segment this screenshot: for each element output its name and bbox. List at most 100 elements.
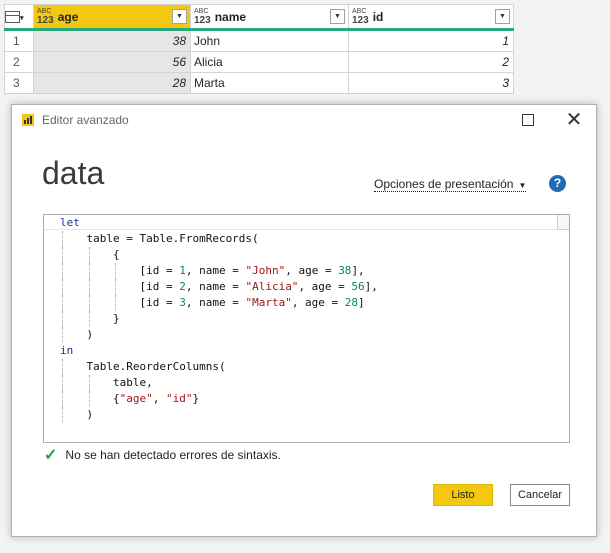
indent-guide xyxy=(62,407,63,423)
cell-age[interactable]: 56 xyxy=(33,51,191,73)
indent-guide xyxy=(62,231,63,247)
code-token: ] xyxy=(358,296,365,309)
syntax-status: ✓ No se han detectado errores de sintaxi… xyxy=(44,445,281,465)
column-header-id[interactable]: ABC 123 id ▼ xyxy=(348,4,514,31)
cell-id[interactable]: 1 xyxy=(348,29,514,52)
table-row[interactable]: 1 38 John 1 xyxy=(4,29,514,52)
cell-name[interactable]: John xyxy=(190,29,349,52)
row-number: 2 xyxy=(4,51,34,73)
chevron-down-icon: ▼ xyxy=(518,181,527,190)
cell-id[interactable]: 2 xyxy=(348,51,514,73)
close-icon: ✕ xyxy=(565,109,583,131)
column-header-name[interactable]: ABC 123 name ▼ xyxy=(190,4,349,31)
code-token: , name = xyxy=(185,296,246,309)
code-token: 38 xyxy=(338,264,352,277)
code-token: table, xyxy=(60,376,153,389)
indent-guide xyxy=(62,391,63,407)
chevron-down-icon: ▾ xyxy=(20,14,24,22)
done-button[interactable]: Listo xyxy=(433,484,493,506)
cell-id[interactable]: 3 xyxy=(348,72,514,94)
column-header-label: age xyxy=(57,9,79,24)
code-token: [id = xyxy=(60,264,180,277)
code-line: [id = 3, name = "Marta", age = 28] xyxy=(44,295,378,311)
column-header-label: name xyxy=(214,9,247,24)
maximize-button[interactable] xyxy=(518,111,538,129)
code-token: , xyxy=(152,392,166,405)
dialog-titlebar[interactable]: Editor avanzado ✕ xyxy=(12,105,596,135)
column-header-label: id xyxy=(372,9,384,24)
code-token: , age = xyxy=(291,296,345,309)
code-token: 2 xyxy=(179,280,186,293)
indent-guide xyxy=(62,247,63,263)
code-token: , age = xyxy=(298,280,352,293)
indent-guide xyxy=(88,311,90,327)
code-token: ], xyxy=(351,264,365,277)
code-line: let xyxy=(44,215,378,231)
cell-age[interactable]: 38 xyxy=(33,29,191,52)
syntax-status-text: No se han detectado errores de sintaxis. xyxy=(65,448,281,462)
indent-guide xyxy=(88,295,90,311)
code-token: 3 xyxy=(179,296,186,309)
code-token: } xyxy=(60,312,120,325)
column-filter-button[interactable]: ▼ xyxy=(330,9,345,24)
code-editor[interactable]: let table = Table.FromRecords( { [id = 1… xyxy=(43,214,570,443)
code-line: in xyxy=(44,343,378,359)
display-options-dropdown[interactable]: Opciones de presentación ▼ xyxy=(374,177,527,192)
row-number: 3 xyxy=(4,72,34,94)
table-menu-button[interactable]: ▾ xyxy=(4,4,34,31)
cell-name[interactable]: Alicia xyxy=(190,51,349,73)
checkmark-icon: ✓ xyxy=(44,447,58,464)
power-bi-logo-icon xyxy=(22,114,34,126)
code-line: ) xyxy=(44,407,378,423)
code-token: 56 xyxy=(351,280,365,293)
any-type-icon[interactable]: ABC 123 xyxy=(37,8,54,26)
data-grid: ▾ ABC 123 age ▼ ABC 123 name ▼ ABC 123 i… xyxy=(4,4,514,94)
code-line: table = Table.FromRecords( xyxy=(44,231,378,247)
indent-guide xyxy=(62,263,63,279)
code-line: { xyxy=(44,247,378,263)
cancel-button[interactable]: Cancelar xyxy=(510,484,570,506)
code-token: 1 xyxy=(179,264,186,277)
code-token: Table.ReorderColumns( xyxy=(60,360,226,373)
query-name: data xyxy=(42,155,105,191)
indent-guide xyxy=(88,279,90,295)
help-icon[interactable]: ? xyxy=(549,175,566,192)
any-type-icon[interactable]: ABC 123 xyxy=(194,8,211,26)
code-token: { xyxy=(60,248,120,261)
indent-guide xyxy=(62,359,63,375)
any-type-icon[interactable]: ABC 123 xyxy=(352,8,369,26)
indent-guide xyxy=(115,263,117,279)
code-line: [id = 2, name = "Alicia", age = 56], xyxy=(44,279,378,295)
indent-guide xyxy=(115,279,117,295)
code-token: ) xyxy=(60,408,94,421)
code-token: 28 xyxy=(344,296,359,309)
display-options-label: Opciones de presentación xyxy=(374,177,514,191)
cell-name[interactable]: Marta xyxy=(190,72,349,94)
column-filter-button[interactable]: ▼ xyxy=(172,9,187,24)
code-token: , name = xyxy=(185,280,246,293)
indent-guide xyxy=(88,263,90,279)
maximize-icon xyxy=(522,113,534,126)
code-line: } xyxy=(44,311,378,327)
close-button[interactable]: ✕ xyxy=(564,109,584,131)
table-row[interactable]: 3 28 Marta 3 xyxy=(4,72,514,94)
indent-guide xyxy=(62,375,63,391)
code-token: { xyxy=(60,392,120,405)
cell-age[interactable]: 28 xyxy=(33,72,191,94)
table-row[interactable]: 2 56 Alicia 2 xyxy=(4,51,514,73)
code-token: let xyxy=(60,216,80,229)
code-token: ], xyxy=(364,280,378,293)
column-filter-button[interactable]: ▼ xyxy=(495,9,510,24)
code-line: [id = 1, name = "John", age = 38], xyxy=(44,263,378,279)
editor-scrollbar[interactable] xyxy=(557,215,569,230)
code-token: [id = xyxy=(60,280,180,293)
code-token: in xyxy=(60,344,74,357)
code-line: table, xyxy=(44,375,378,391)
code-token: } xyxy=(192,392,200,405)
code-token: "id" xyxy=(165,392,193,405)
column-header-age[interactable]: ABC 123 age ▼ xyxy=(33,4,191,31)
code-content: let table = Table.FromRecords( { [id = 1… xyxy=(44,215,378,423)
indent-guide xyxy=(62,327,63,343)
code-token: [id = xyxy=(60,296,180,309)
code-token: "John" xyxy=(245,264,286,277)
